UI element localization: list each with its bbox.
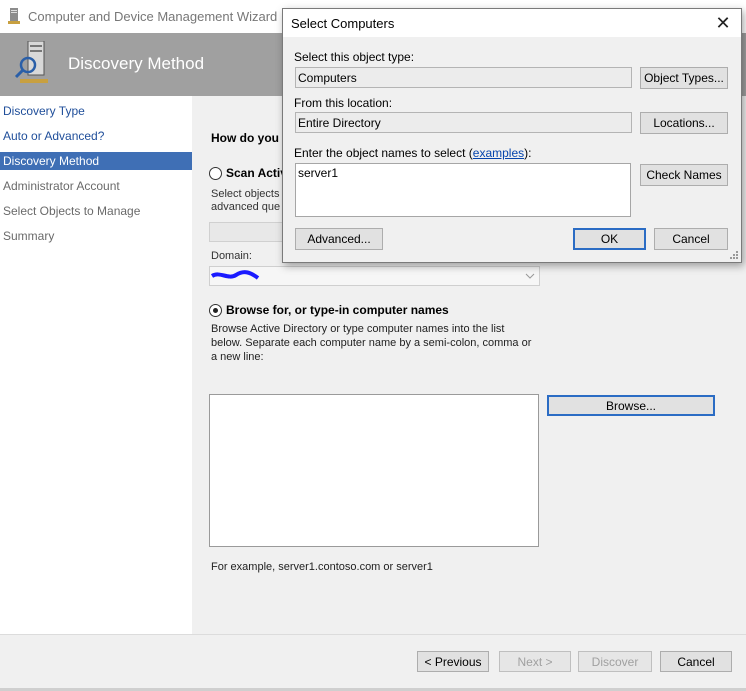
- chevron-down-icon: [525, 273, 535, 279]
- locations-button[interactable]: Locations...: [640, 112, 728, 134]
- scan-ad-radio[interactable]: [209, 167, 222, 180]
- enter-names-prefix: Enter the object names to select (: [294, 146, 473, 160]
- server-icon: [8, 8, 20, 24]
- nav-item-summary: Summary: [3, 229, 55, 243]
- footer-divider: [0, 634, 746, 635]
- ok-button[interactable]: OK: [573, 228, 646, 250]
- scan-ad-description-1: Select objects: [211, 188, 280, 200]
- redaction-scribble: [210, 270, 260, 280]
- page-title: Discovery Method: [68, 54, 205, 73]
- object-names-input[interactable]: server1: [295, 163, 631, 217]
- dialog-cancel-button[interactable]: Cancel: [654, 228, 728, 250]
- example-text: For example, server1.contoso.com or serv…: [211, 561, 433, 573]
- enter-names-label: Enter the object names to select (exampl…: [294, 146, 531, 160]
- wizard-title: Computer and Device Management Wizard: [28, 9, 278, 24]
- location-label: From this location:: [294, 96, 393, 110]
- next-button: Next >: [499, 651, 571, 672]
- computer-names-textarea[interactable]: [209, 394, 539, 547]
- wizard-nav: Discovery Type Auto or Advanced? Discove…: [0, 96, 192, 634]
- advanced-button[interactable]: Advanced...: [295, 228, 383, 250]
- examples-link[interactable]: examples: [473, 146, 524, 160]
- check-names-button[interactable]: Check Names: [640, 164, 728, 186]
- computer-discovery-icon: [14, 41, 48, 83]
- domain-label: Domain:: [211, 250, 252, 262]
- nav-item-auto-or-advanced[interactable]: Auto or Advanced?: [0, 127, 192, 145]
- domain-dropdown[interactable]: [209, 266, 540, 286]
- nav-item-discovery-method[interactable]: Discovery Method: [0, 152, 192, 170]
- browse-description: Browse Active Directory or type computer…: [211, 323, 532, 363]
- enter-names-suffix: ):: [524, 146, 532, 160]
- configure-button-disabled: [209, 222, 289, 242]
- nav-item-discovery-type[interactable]: Discovery Type: [0, 102, 192, 120]
- method-question-heading: How do you w: [211, 131, 292, 145]
- browse-button[interactable]: Browse...: [547, 395, 715, 416]
- dialog-title: Select Computers: [291, 16, 395, 31]
- object-type-field: Computers: [295, 67, 632, 88]
- location-field: Entire Directory: [295, 112, 632, 133]
- cancel-button[interactable]: Cancel: [660, 651, 732, 672]
- nav-item-select-objects: Select Objects to Manage: [3, 204, 141, 218]
- browse-label: Browse for, or type-in computer names: [226, 303, 449, 317]
- previous-button[interactable]: < Previous: [417, 651, 489, 672]
- resize-grip-icon[interactable]: [729, 250, 739, 260]
- discover-button: Discover: [578, 651, 652, 672]
- scan-ad-description-2: advanced que: [211, 201, 281, 213]
- scan-ad-label: Scan Activ: [226, 166, 287, 180]
- close-icon[interactable]: ✕: [709, 11, 737, 35]
- select-computers-dialog: Select Computers ✕ Select this object ty…: [282, 8, 742, 263]
- object-types-button[interactable]: Object Types...: [640, 67, 728, 89]
- nav-item-administrator-account: Administrator Account: [3, 179, 120, 193]
- dialog-titlebar: Select Computers ✕: [283, 9, 741, 37]
- object-type-label: Select this object type:: [294, 50, 415, 64]
- browse-radio[interactable]: [209, 304, 222, 317]
